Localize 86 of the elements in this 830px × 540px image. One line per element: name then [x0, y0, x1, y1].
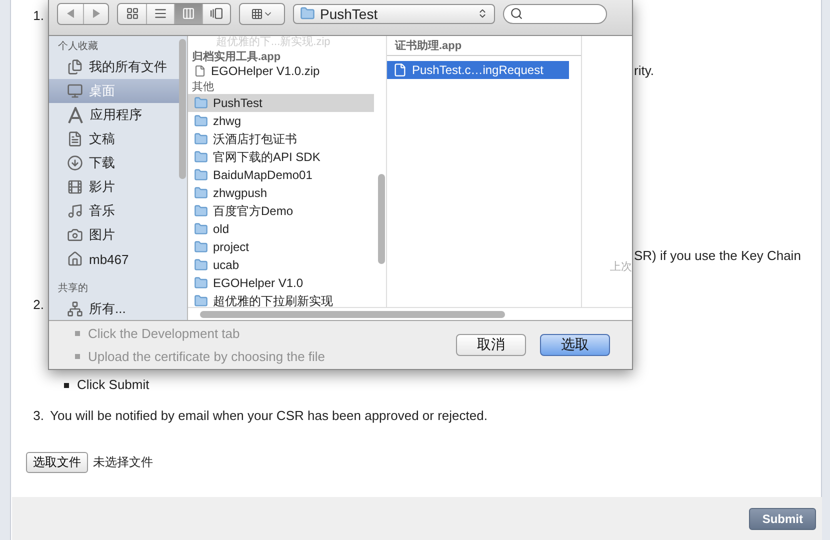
download-icon: [67, 155, 83, 171]
file-icon: [194, 65, 206, 77]
network-icon: [67, 301, 83, 317]
paragraph-text: SR) if you use the Key Chain: [634, 248, 801, 264]
film-icon: [67, 179, 83, 195]
right-triangle-icon: [92, 9, 100, 18]
sidebar-item[interactable]: 图片: [49, 223, 183, 247]
folder-icon: [194, 294, 208, 307]
icon-grid-icon: [126, 7, 138, 20]
list-number: 3.: [32, 408, 45, 424]
columns-icon: [182, 7, 195, 20]
bullet-icon: [75, 331, 80, 336]
sidebar-item[interactable]: 音乐: [49, 199, 183, 223]
file-row[interactable]: EGOHelper V1.0.zip: [188, 64, 374, 78]
files-icon: [67, 59, 83, 75]
folder-icon: [194, 204, 208, 218]
folder-row[interactable]: old: [188, 220, 374, 238]
folder-icon: [300, 6, 315, 21]
paragraph-text: rity.: [634, 63, 654, 79]
scrollbar-thumb[interactable]: [200, 310, 505, 318]
search-field[interactable]: [503, 4, 607, 24]
bullet-icon: [64, 382, 69, 388]
gallery-icon: [210, 7, 223, 20]
choose-button[interactable]: 选取: [540, 334, 610, 356]
file-status-text: 未选择文件: [93, 454, 153, 471]
folder-row[interactable]: project: [188, 238, 374, 256]
list-icon: [154, 7, 167, 20]
bullet-text: Upload the certificate by choosing the file: [88, 349, 326, 364]
folder-row[interactable]: PushTest: [188, 94, 374, 112]
folder-icon: [194, 240, 208, 254]
list-number: 2.: [32, 297, 45, 314]
folder-row[interactable]: zhwg: [188, 112, 374, 130]
list-number: 1.: [32, 8, 45, 25]
stepper-icon: [477, 8, 488, 19]
document-icon: [67, 131, 83, 147]
folder-icon: [194, 168, 208, 182]
cancel-button[interactable]: 取消: [456, 334, 526, 356]
sidebar-item[interactable]: 下载: [49, 151, 183, 175]
path-popup[interactable]: PushTest: [293, 4, 495, 24]
submit-button[interactable]: Submit: [749, 508, 816, 530]
folder-icon: [194, 276, 208, 290]
sidebar-heading: 个人收藏: [57, 40, 99, 54]
folder-row[interactable]: zhwgpush: [188, 184, 374, 202]
folder-row[interactable]: EGOHelper V1.0: [188, 274, 374, 292]
music-note-icon: [67, 203, 83, 219]
folder-row[interactable]: 官网下载的API SDK: [188, 148, 374, 166]
sidebar-item[interactable]: 所有...: [49, 297, 183, 320]
folder-row[interactable]: 超优雅的下拉刷新实现: [188, 292, 374, 307]
view-mode-button[interactable]: [174, 4, 202, 24]
sidebar-item[interactable]: 影片: [49, 175, 183, 199]
folder-row[interactable]: ucab: [188, 256, 374, 274]
faint-text: 上次: [610, 260, 632, 274]
folder-icon: [194, 222, 208, 236]
sidebar-item[interactable]: 应用程序: [49, 103, 183, 127]
paragraph-text: You will be notified by email when your CSR has been approved or rejected.: [50, 408, 488, 424]
grid-icon: [251, 8, 263, 20]
sidebar-heading: 共享的: [57, 282, 89, 296]
letter-a-icon: [67, 106, 84, 124]
sidebar-item[interactable]: mb467: [49, 247, 183, 271]
bullet-text: Click Submit: [77, 377, 150, 393]
folder-icon: [194, 150, 208, 164]
scrollbar-thumb[interactable]: [378, 174, 385, 264]
folder-icon: [194, 186, 208, 200]
scrollbar-thumb[interactable]: [179, 39, 186, 179]
folder-icon: [194, 258, 208, 272]
sidebar-item[interactable]: 文稿: [49, 127, 183, 151]
folder-icon: [194, 96, 208, 110]
folder-row[interactable]: 沃酒店打包证书: [188, 130, 374, 148]
folder-row[interactable]: 百度官方Demo: [188, 202, 374, 220]
choose-file-button[interactable]: 选取文件: [26, 452, 88, 473]
bullet-icon: [75, 354, 80, 359]
search-icon: [510, 7, 523, 20]
column-heading: 归档实用工具.app: [191, 50, 282, 64]
monitor-icon: [67, 83, 83, 99]
camera-icon: [67, 227, 83, 243]
section-heading: 其他: [191, 80, 215, 94]
folder-icon: [194, 132, 208, 146]
house-icon: [67, 251, 83, 267]
folder-icon: [194, 114, 208, 128]
file-icon: [393, 63, 407, 77]
folder-row[interactable]: BaiduMapDemo01: [188, 166, 374, 184]
sidebar-item[interactable]: 我的所有文件: [49, 55, 183, 79]
left-triangle-icon: [67, 9, 74, 18]
bullet-text: Click the Development tab: [88, 326, 240, 341]
column-heading: 证书助理.app: [387, 36, 581, 56]
file-row[interactable]: PushTest.c…ingRequest: [387, 61, 569, 79]
